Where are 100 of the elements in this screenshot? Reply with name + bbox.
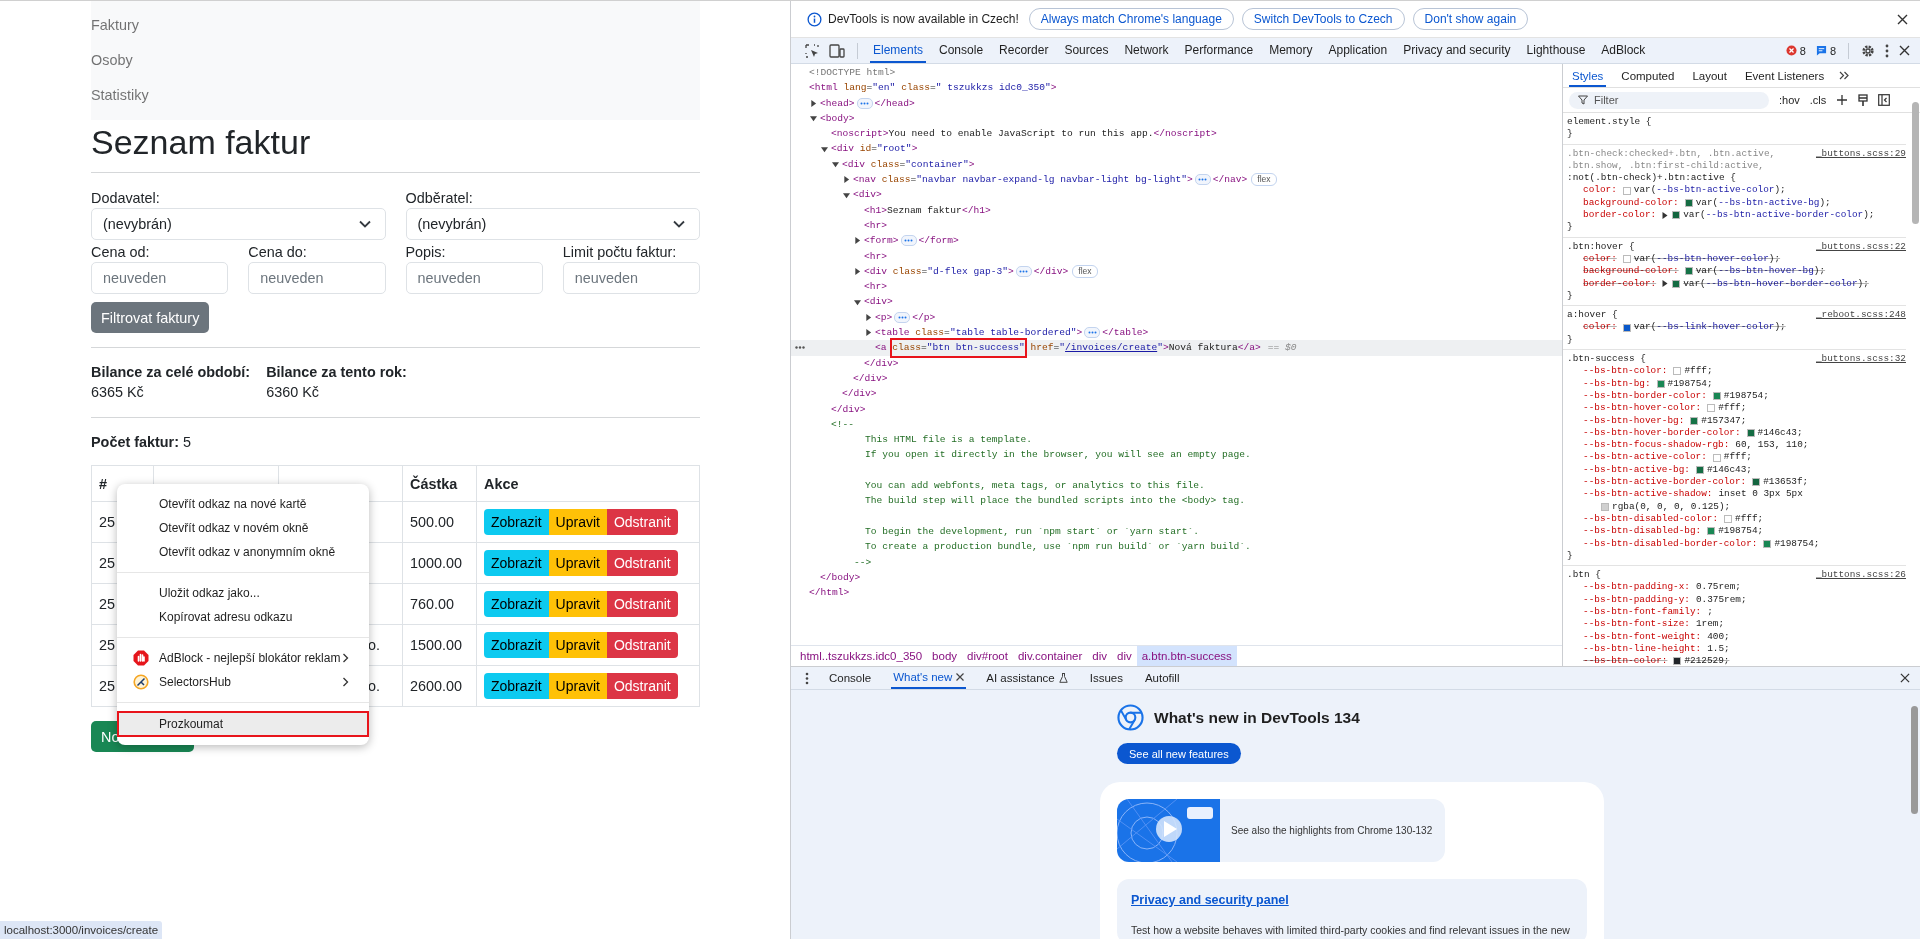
action-button[interactable]: Odstranit: [606, 591, 678, 617]
action-button[interactable]: Zobrazit: [484, 509, 549, 535]
source-link[interactable]: _reboot.scss:248: [1816, 309, 1906, 322]
collapsed-arrow-icon[interactable]: [810, 99, 817, 107]
expand-arrow-icon[interactable]: [1662, 211, 1669, 219]
drawer-tab[interactable]: What's new: [891, 667, 967, 689]
panel-tab[interactable]: Lighthouse: [1523, 38, 1589, 63]
color-swatch[interactable]: [1622, 255, 1631, 264]
close-icon[interactable]: [1897, 13, 1908, 25]
drawer-tab[interactable]: Autofill: [1142, 667, 1182, 689]
color-swatch[interactable]: [1684, 267, 1693, 276]
action-button[interactable]: Upravit: [548, 591, 607, 617]
collapsed-arrow-icon[interactable]: [854, 268, 861, 275]
color-swatch[interactable]: [1673, 657, 1682, 666]
panel-tab[interactable]: Network: [1121, 38, 1172, 63]
source-link[interactable]: _buttons.scss:26: [1816, 569, 1906, 582]
add-icon[interactable]: [1836, 94, 1849, 106]
color-swatch[interactable]: [1656, 379, 1665, 388]
color-swatch[interactable]: [1672, 211, 1681, 220]
collapsed-arrow-icon[interactable]: [865, 329, 872, 337]
menu-item[interactable]: Uložit odkaz jako...: [117, 581, 369, 605]
input-field[interactable]: neuveden: [562, 262, 700, 294]
close-icon[interactable]: [956, 673, 965, 681]
sidebar-toggle-icon[interactable]: [1878, 94, 1891, 106]
layout-badge[interactable]: flex: [1072, 265, 1098, 278]
color-swatch[interactable]: [1746, 428, 1755, 437]
panel-tab[interactable]: Application: [1325, 38, 1391, 63]
message-icon[interactable]: [1815, 45, 1827, 56]
sidebar-tab[interactable]: Computed: [1618, 64, 1678, 87]
color-swatch[interactable]: [1622, 323, 1631, 332]
inspect-icon[interactable]: [805, 43, 819, 58]
feature-link[interactable]: Privacy and security panel: [1131, 893, 1289, 907]
drawer-tab[interactable]: Issues: [1087, 667, 1125, 689]
source-link[interactable]: _buttons.scss:29: [1816, 147, 1906, 160]
breadcrumb[interactable]: a.btn.btn-success: [1136, 646, 1237, 666]
breadcrumb[interactable]: body: [927, 646, 963, 666]
nav-link[interactable]: Statistiky: [91, 78, 700, 113]
breadcrumb[interactable]: div: [1112, 646, 1137, 666]
infobar-button[interactable]: Always match Chrome's language: [1028, 8, 1234, 30]
color-swatch[interactable]: [1695, 465, 1704, 474]
more-options-icon[interactable]: [1885, 43, 1889, 58]
color-swatch[interactable]: [1672, 279, 1681, 288]
expanded-arrow-icon[interactable]: [821, 145, 828, 153]
color-swatch[interactable]: [1707, 404, 1716, 413]
error-icon[interactable]: [1785, 45, 1797, 56]
expanded-arrow-icon[interactable]: [810, 115, 817, 123]
action-button[interactable]: Upravit: [548, 550, 607, 576]
menu-item[interactable]: SelectorsHub: [117, 670, 369, 694]
selected-row[interactable]: <a class="btn btn-success" href="/invoices/create">Nová faktura</a> == $0: [791, 340, 1562, 356]
drawer-tab[interactable]: Console: [827, 667, 874, 689]
more-options-icon[interactable]: [805, 671, 809, 685]
panel-tab[interactable]: Recorder: [996, 38, 1052, 63]
action-button[interactable]: Zobrazit: [484, 550, 549, 576]
input-field[interactable]: neuveden: [405, 262, 543, 294]
breadcrumb[interactable]: html..tszukkzs.idc0_350: [795, 646, 928, 666]
action-button[interactable]: Zobrazit: [484, 591, 549, 617]
highlight-card[interactable]: See also the highlights from Chrome 130-132: [1117, 799, 1445, 862]
panel-tab[interactable]: Performance: [1181, 38, 1257, 63]
action-button[interactable]: Odstranit: [606, 550, 678, 576]
panel-tab[interactable]: Privacy and security: [1400, 38, 1514, 63]
action-button[interactable]: Upravit: [548, 509, 607, 535]
color-swatch[interactable]: [1707, 527, 1716, 536]
action-button[interactable]: Zobrazit: [484, 673, 549, 699]
color-swatch[interactable]: [1724, 515, 1733, 524]
color-swatch[interactable]: [1684, 198, 1693, 207]
expand-arrow-icon[interactable]: [1662, 280, 1669, 288]
sidebar-tab[interactable]: Layout: [1689, 64, 1730, 87]
source-link[interactable]: _buttons.scss:32: [1816, 353, 1906, 366]
menu-item[interactable]: Otevřít odkaz v novém okně: [117, 516, 369, 540]
infobar-button[interactable]: Switch DevTools to Czech: [1241, 8, 1405, 30]
menu-item[interactable]: AdBlock - nejlepší blokátor reklam: [117, 646, 369, 670]
close-icon[interactable]: [1900, 673, 1910, 683]
class-toggle[interactable]: .cls: [1809, 94, 1827, 106]
infobar-button[interactable]: Don't show again: [1412, 8, 1529, 30]
double-chevron-icon[interactable]: [1839, 71, 1850, 80]
expanded-arrow-icon[interactable]: [832, 160, 839, 168]
ellipsis-icon[interactable]: [795, 346, 805, 350]
collapsed-arrow-icon[interactable]: [854, 237, 861, 245]
color-swatch[interactable]: [1712, 453, 1721, 462]
collapsed-arrow-icon[interactable]: [865, 313, 872, 321]
breadcrumb[interactable]: div: [1087, 646, 1112, 666]
layout-badge[interactable]: flex: [1251, 173, 1277, 187]
color-swatch[interactable]: [1752, 478, 1761, 487]
menu-item[interactable]: Prozkoumat: [117, 711, 369, 737]
input-field[interactable]: neuveden: [248, 262, 386, 294]
color-swatch[interactable]: [1622, 186, 1631, 195]
close-icon[interactable]: [1899, 45, 1910, 56]
expanded-arrow-icon[interactable]: [843, 191, 850, 199]
color-swatch[interactable]: [1763, 539, 1772, 548]
menu-item[interactable]: Otevřít odkaz na nové kartě: [117, 492, 369, 516]
panel-tab[interactable]: Sources: [1061, 38, 1112, 63]
see-features-button[interactable]: See all new features: [1117, 743, 1241, 764]
dropdown[interactable]: (nevybrán): [405, 208, 700, 240]
panel-tab[interactable]: AdBlock: [1598, 38, 1649, 63]
filter-field[interactable]: Filter: [1569, 91, 1769, 109]
color-swatch[interactable]: [1712, 392, 1721, 401]
menu-item[interactable]: Kopírovat adresu odkazu: [117, 605, 369, 629]
nav-link[interactable]: Faktury: [91, 8, 700, 43]
nav-link[interactable]: Osoby: [91, 43, 700, 78]
menu-item[interactable]: Otevřít odkaz v anonymním okně: [117, 540, 369, 564]
